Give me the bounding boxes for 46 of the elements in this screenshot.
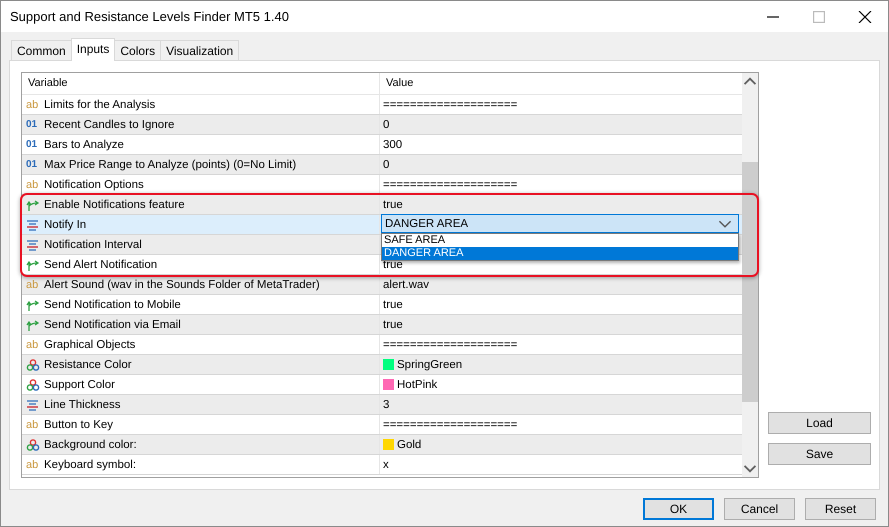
parameter-value: 3	[383, 398, 390, 410]
variable-name: Notification Options	[44, 178, 144, 190]
variable-name: Send Notification to Mobile	[44, 298, 181, 310]
variable-name: Keyboard symbol:	[44, 458, 136, 470]
variable-name: Line Thickness	[44, 398, 120, 410]
type-label: ab	[26, 278, 40, 290]
parameter-value: ====================	[383, 418, 518, 430]
variable-name: Button to Key	[44, 418, 114, 430]
parameter-value: true	[383, 318, 403, 330]
window-title: Support and Resistance Levels Finder MT5 1.40	[10, 9, 290, 24]
variable-name: Recent Candles to Ignore	[44, 118, 174, 130]
parameter-value: 0	[383, 158, 390, 170]
variable-name: Send Notification via Email	[44, 318, 181, 330]
variable-name: Max Price Range to Analyze (points) (0=No Limit)	[44, 158, 296, 170]
parameter-value: ====================	[383, 178, 518, 190]
parameter-value: SpringGreen	[397, 358, 462, 370]
variable-name: Enable Notifications feature	[44, 198, 185, 210]
type-label: 01	[26, 118, 38, 130]
variable-name: Resistance Color	[44, 358, 132, 370]
variable-name: Send Alert Notification	[44, 258, 158, 270]
type-label: ab	[26, 418, 40, 430]
variable-name: Bars to Analyze	[44, 138, 124, 150]
type-label: ab	[26, 458, 40, 470]
parameter-value: alert.wav	[383, 278, 430, 290]
parameter-value: HotPink	[397, 378, 438, 390]
parameter-value: x	[383, 458, 389, 470]
parameter-value: ====================	[383, 338, 518, 350]
type-label: 01	[26, 158, 38, 170]
type-label: ab	[26, 98, 40, 110]
variable-name: Limits for the Analysis	[44, 98, 156, 110]
type-label: 01	[26, 138, 38, 150]
variable-name: Notification Interval	[44, 238, 142, 250]
variable-name: Notify In	[44, 218, 86, 230]
parameter-value: true	[383, 258, 403, 270]
type-label: ab	[26, 338, 40, 350]
variable-name: Alert Sound (wav in the Sounds Folder of MetaTrader)	[44, 278, 320, 290]
variable-name: Support Color	[44, 378, 115, 390]
parameter-value: true	[383, 198, 403, 210]
parameter-value: Gold	[397, 438, 422, 450]
variable-name: Graphical Objects	[44, 338, 136, 350]
parameter-value: true	[383, 298, 403, 310]
type-label: ab	[26, 178, 40, 190]
variable-name: Background color:	[44, 438, 137, 450]
parameter-value: 300	[383, 138, 402, 150]
parameter-value: ====================	[383, 98, 518, 110]
parameter-value: 0	[383, 118, 390, 130]
